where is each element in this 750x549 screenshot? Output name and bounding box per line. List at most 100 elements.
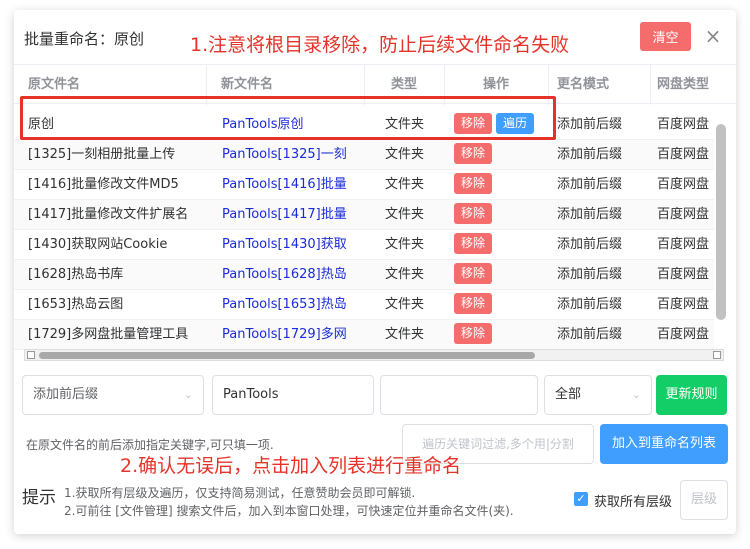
table-row: [1325]一刻相册批量上传 PanTools[1325]一刻 文件夹 移除 添加前后缀… [14, 140, 714, 170]
remove-button[interactable]: 移除 [454, 173, 493, 194]
rename-table: 原文件名 新文件名 类型 操作 更名模式 网盘类型 原创 PanTools原创 文件… [14, 64, 736, 376]
prefix-input[interactable]: PanTools [212, 375, 374, 415]
item-type: 文件夹 [385, 327, 425, 342]
disk-type: 百度网盘 [657, 237, 710, 252]
scope-select[interactable]: 全部 ⌄ [544, 375, 652, 415]
rename-mode: 添加前后缀 [557, 297, 623, 312]
horizontal-scrollbar[interactable] [24, 349, 724, 361]
original-name: [1417]批量修改文件扩展名 [28, 207, 189, 222]
rename-mode-select[interactable]: 添加前后缀 ⌄ [22, 375, 204, 415]
row-actions: 移除 [454, 290, 554, 320]
table-row: [1729]多网盘批量管理工具 PanTools[1729]多网 文件夹 移除 添加前后… [14, 320, 714, 350]
table-row: [1628]热岛书库 PanTools[1628]热岛 文件夹 移除 添加前后缀 百度网盘 [14, 260, 714, 290]
original-name: [1729]多网盘批量管理工具 [28, 327, 189, 342]
new-name: PanTools[1628]热岛 [222, 267, 347, 282]
item-type: 文件夹 [385, 237, 425, 252]
rename-mode: 添加前后缀 [557, 177, 623, 192]
row-actions: 移除 [454, 140, 554, 170]
original-name: 原创 [28, 117, 55, 132]
batch-rename-dialog: 批量重命名：原创 1.注意将根目录移除，防止后续文件命名失败 清空 × 原文件名… [14, 10, 736, 534]
original-name: [1653]热岛云图 [28, 297, 124, 312]
new-name: PanTools原创 [222, 117, 304, 132]
rename-mode: 添加前后缀 [557, 327, 623, 342]
item-type: 文件夹 [385, 207, 425, 222]
original-name: [1325]一刻相册批量上传 [28, 147, 176, 162]
level-button[interactable]: 层级 [680, 480, 728, 520]
item-type: 文件夹 [385, 147, 425, 162]
tip-line-2: 2.可前往 [文件管理] 搜索文件后，加入到本窗口处理，可快速定位并重命名文件(… [64, 504, 514, 518]
remove-button[interactable]: 移除 [454, 143, 493, 164]
horizontal-scroll-thumb[interactable] [39, 352, 535, 359]
rename-mode: 添加前后缀 [557, 267, 623, 282]
annotation-bottom: 2.确认无误后，点击加入列表进行重命名 [120, 455, 462, 477]
dialog-title: 批量重命名：原创 [24, 30, 145, 48]
rename-mode: 添加前后缀 [557, 237, 623, 252]
row-actions: 移除 [454, 170, 554, 200]
original-name: [1416]批量修改文件MD5 [28, 177, 179, 192]
table-row: [1416]批量修改文件MD5 PanTools[1416]批量 文件夹 移除 添加前后… [14, 170, 714, 200]
remove-button[interactable]: 移除 [454, 293, 493, 314]
rename-mode: 添加前后缀 [557, 147, 623, 162]
new-name: PanTools[1653]热岛 [222, 297, 347, 312]
row-actions: 移除 遍历 [454, 110, 554, 140]
scroll-left-arrow-icon[interactable] [27, 351, 35, 359]
header-original-name: 原文件名 [14, 65, 207, 105]
new-name: PanTools[1325]一刻 [222, 147, 347, 162]
new-name: PanTools[1430]获取 [222, 237, 347, 252]
disk-type: 百度网盘 [657, 207, 710, 222]
add-to-rename-list-button[interactable]: 加入到重命名列表 [600, 424, 728, 464]
tips-text: 1.获取所有层级及遍历，仅支持简易测试，任意赞助会员即可解锁. 2.可前往 [文… [64, 484, 514, 520]
header-rename-mode: 更名模式 [549, 65, 651, 105]
scope-value: 全部 [555, 387, 582, 402]
rename-mode: 添加前后缀 [557, 207, 623, 222]
header-type: 类型 [365, 65, 445, 105]
remove-button[interactable]: 移除 [454, 323, 493, 344]
original-name: [1430]获取网站Cookie [28, 237, 168, 252]
close-icon[interactable]: × [704, 25, 722, 47]
table-row: [1653]热岛云图 PanTools[1653]热岛 文件夹 移除 添加前后缀 百度网盘 [14, 290, 714, 320]
row-actions: 移除 [454, 200, 554, 230]
row-actions: 移除 [454, 260, 554, 290]
disk-type: 百度网盘 [657, 327, 710, 342]
item-type: 文件夹 [385, 297, 425, 312]
rename-mode: 添加前后缀 [557, 117, 623, 132]
suffix-input[interactable] [380, 375, 538, 415]
rename-mode-value: 添加前后缀 [33, 387, 99, 402]
new-name: PanTools[1417]批量 [222, 207, 347, 222]
remove-button[interactable]: 移除 [454, 113, 493, 134]
get-all-levels-checkbox[interactable]: ✓ [574, 492, 588, 506]
row-actions: 移除 [454, 230, 554, 260]
disk-type: 百度网盘 [657, 117, 710, 132]
original-name: [1628]热岛书库 [28, 267, 124, 282]
traverse-button[interactable]: 遍历 [496, 113, 535, 134]
remove-button[interactable]: 移除 [454, 203, 493, 224]
item-type: 文件夹 [385, 267, 425, 282]
disk-type: 百度网盘 [657, 147, 710, 162]
vertical-scrollbar[interactable] [716, 124, 726, 320]
get-all-levels-label[interactable]: 获取所有层级 [594, 491, 672, 510]
item-type: 文件夹 [385, 117, 425, 132]
table-row: 原创 PanTools原创 文件夹 移除 遍历 添加前后缀 百度网盘 [14, 110, 714, 140]
chevron-down-icon: ⌄ [183, 388, 193, 401]
remove-button[interactable]: 移除 [454, 233, 493, 254]
tips-title: 提示 [22, 488, 56, 508]
header-operation: 操作 [445, 65, 549, 105]
update-rule-button[interactable]: 更新规则 [656, 375, 727, 415]
new-name: PanTools[1416]批量 [222, 177, 347, 192]
clear-button[interactable]: 清空 [640, 22, 691, 51]
item-type: 文件夹 [385, 177, 425, 192]
disk-type: 百度网盘 [657, 177, 710, 192]
disk-type: 百度网盘 [657, 297, 710, 312]
annotation-top: 1.注意将根目录移除，防止后续文件命名失败 [190, 34, 570, 56]
row-actions: 移除 [454, 320, 554, 350]
scroll-right-arrow-icon[interactable] [713, 351, 721, 359]
table-row: [1417]批量修改文件扩展名 PanTools[1417]批量 文件夹 移除 添加前后… [14, 200, 714, 230]
chevron-down-icon: ⌄ [631, 388, 641, 401]
remove-button[interactable]: 移除 [454, 263, 493, 284]
new-name: PanTools[1729]多网 [222, 327, 347, 342]
tip-line-1: 1.获取所有层级及遍历，仅支持简易测试，任意赞助会员即可解锁. [64, 486, 416, 500]
table-header: 原文件名 新文件名 类型 操作 更名模式 网盘类型 [14, 64, 736, 105]
table-row: [1430]获取网站Cookie PanTools[1430]获取 文件夹 移除 添加前… [14, 230, 714, 260]
header-new-name: 新文件名 [207, 65, 365, 105]
header-disk-type: 网盘类型 [657, 77, 710, 92]
